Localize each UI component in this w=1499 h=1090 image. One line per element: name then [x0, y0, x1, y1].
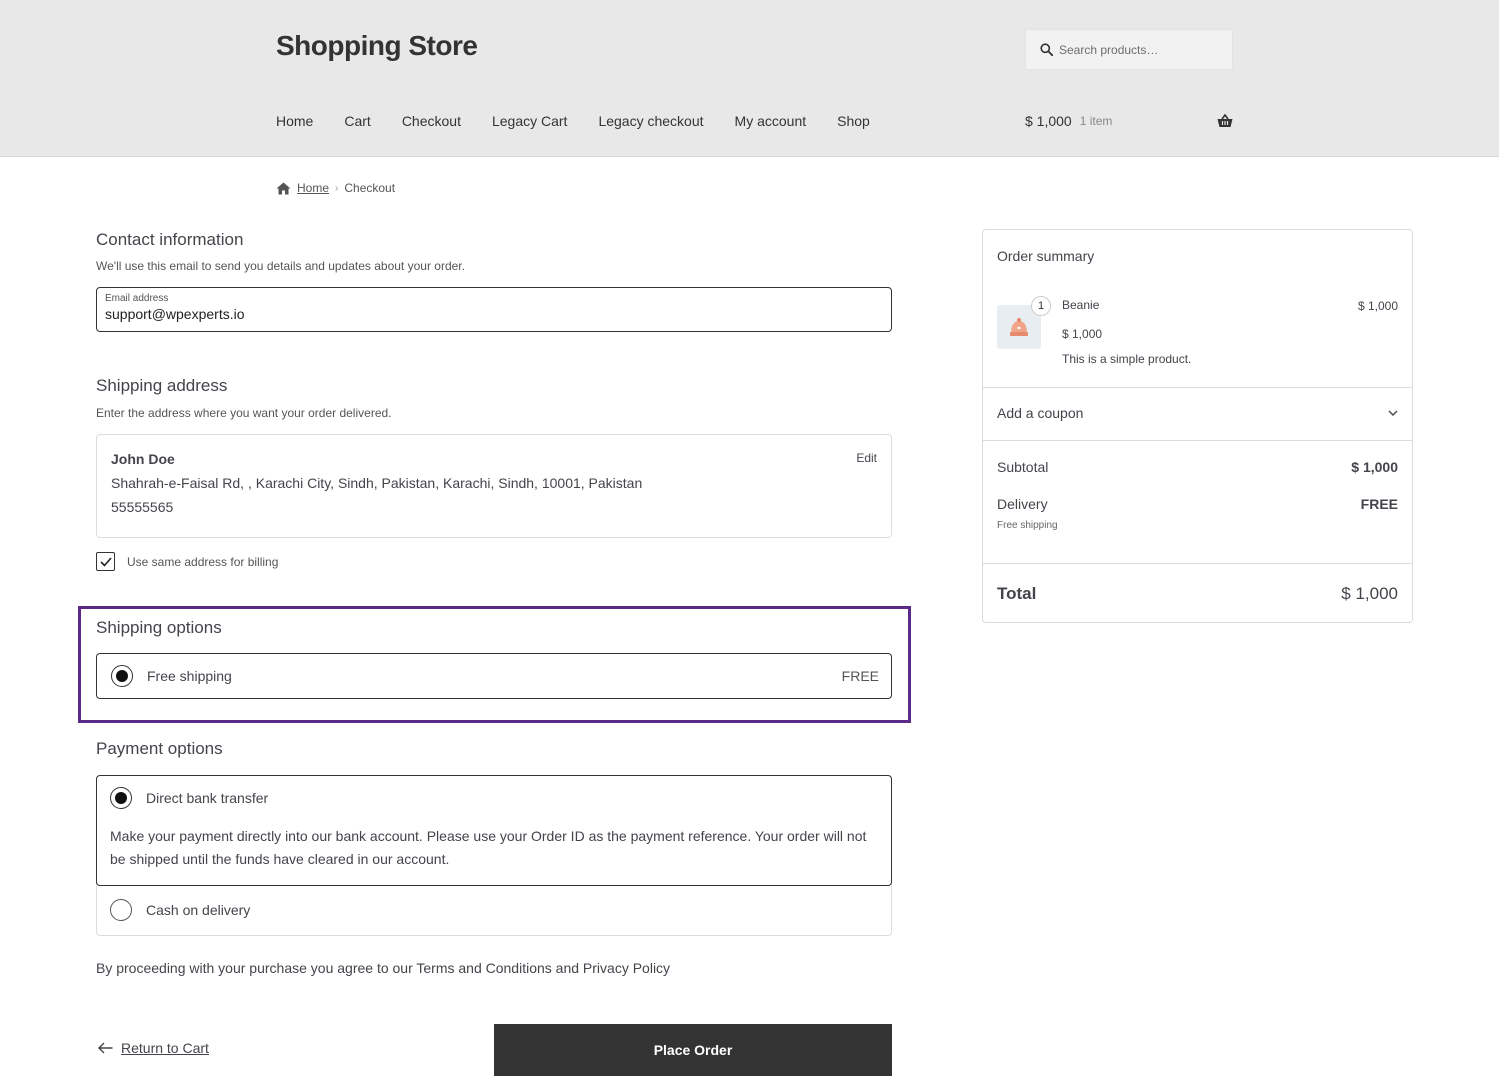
payment-bank-radio[interactable] — [110, 787, 132, 809]
breadcrumb-current: Checkout — [344, 181, 396, 195]
basket-icon[interactable] — [1217, 114, 1233, 128]
contact-title: Contact information — [96, 230, 244, 249]
same-billing-label: Use same address for billing — [127, 554, 279, 569]
payment-option-bank[interactable]: Direct bank transfer — [96, 787, 892, 809]
payment-bank-label: Direct bank transfer — [146, 790, 269, 806]
total-row: Total $ 1,000 — [997, 584, 1398, 604]
summary-divider — [983, 440, 1412, 441]
delivery-method: Free shipping — [997, 520, 1058, 531]
same-billing-checkbox[interactable] — [96, 552, 115, 571]
chevron-down-icon — [1388, 410, 1398, 416]
address-name: John Doe — [111, 451, 175, 467]
place-order-button[interactable]: Place Order — [494, 1024, 892, 1076]
nav-item-legacy-cart[interactable]: Legacy Cart — [492, 113, 567, 129]
nav-item-home[interactable]: Home — [276, 113, 313, 129]
mini-cart-count: 1 item — [1079, 114, 1113, 128]
total-value: $ 1,000 — [1341, 584, 1398, 603]
breadcrumb: Home › Checkout — [276, 181, 395, 195]
product-description: This is a simple product. — [1062, 352, 1192, 366]
address-card: John Doe Shahrah-e-Faisal Rd, , Karachi … — [96, 434, 892, 538]
total-label: Total — [997, 584, 1037, 603]
delivery-value: FREE — [1360, 496, 1398, 512]
return-to-cart-link[interactable]: Return to Cart — [98, 1040, 209, 1056]
search-icon — [1040, 43, 1053, 56]
nav-item-my-account[interactable]: My account — [735, 113, 807, 129]
payment-cod-label: Cash on delivery — [146, 902, 251, 918]
summary-divider — [983, 387, 1412, 388]
terms-text: By proceeding with your purchase you agr… — [96, 960, 671, 976]
nav-item-shop[interactable]: Shop — [837, 113, 870, 129]
shipping-address-description: Enter the address where you want your or… — [96, 406, 392, 420]
address-line: Shahrah-e-Faisal Rd, , Karachi City, Sin… — [111, 475, 643, 491]
checkmark-icon — [99, 556, 112, 567]
contact-description: We'll use this email to send you details… — [96, 259, 465, 273]
shipping-option-radio[interactable] — [111, 665, 133, 687]
order-summary: Order summary 1 Beanie $ 1,000 $ 1,000 T… — [982, 229, 1413, 623]
delivery-row: Delivery FREE — [997, 496, 1398, 512]
payment-option-cod[interactable]: Cash on delivery — [96, 899, 892, 921]
shipping-option-free[interactable]: Free shipping FREE — [96, 653, 892, 699]
order-summary-title: Order summary — [997, 248, 1095, 264]
email-field-label: Email address — [105, 293, 169, 304]
nav-item-legacy-checkout[interactable]: Legacy checkout — [598, 113, 703, 129]
delivery-label: Delivery — [997, 496, 1048, 512]
shipping-options-title: Shipping options — [96, 618, 222, 637]
payment-options-title: Payment options — [96, 739, 223, 758]
product-price: $ 1,000 — [1062, 327, 1103, 341]
beanie-image-icon — [1010, 318, 1028, 336]
shipping-option-price: FREE — [841, 668, 879, 684]
product-line-total: $ 1,000 — [1357, 299, 1398, 313]
return-to-cart-label: Return to Cart — [121, 1040, 209, 1056]
nav-item-cart[interactable]: Cart — [344, 113, 370, 129]
summary-divider — [983, 563, 1412, 564]
primary-nav: Home Cart Checkout Legacy Cart Legacy ch… — [276, 113, 901, 129]
subtotal-label: Subtotal — [997, 459, 1049, 475]
site-header: Shopping Store Home Cart Checkout Legacy… — [0, 0, 1499, 157]
mini-cart-total: $ 1,000 — [1025, 113, 1072, 129]
payment-bank-description: Make your payment directly into our bank… — [110, 828, 867, 867]
site-title[interactable]: Shopping Store — [276, 30, 478, 62]
email-field[interactable]: Email address support@wpexperts.io — [96, 287, 892, 332]
shipping-address-title: Shipping address — [96, 376, 228, 395]
arrow-left-icon — [98, 1042, 113, 1054]
search-input[interactable] — [1059, 42, 1219, 57]
search-box[interactable] — [1025, 29, 1233, 70]
subtotal-value: $ 1,000 — [1351, 459, 1398, 475]
edit-address-link[interactable]: Edit — [856, 451, 877, 465]
nav-item-checkout[interactable]: Checkout — [402, 113, 461, 129]
payment-cod-radio[interactable] — [110, 899, 132, 921]
add-coupon-toggle[interactable]: Add a coupon — [997, 405, 1398, 421]
subtotal-row: Subtotal $ 1,000 — [997, 459, 1398, 475]
email-field-value[interactable]: support@wpexperts.io — [105, 306, 883, 322]
mini-cart[interactable]: $ 1,000 1 item — [1025, 113, 1233, 129]
breadcrumb-home-link[interactable]: Home — [297, 181, 329, 195]
same-billing-checkbox-row[interactable]: Use same address for billing — [96, 552, 278, 571]
product-name: Beanie — [1062, 298, 1100, 312]
address-phone: 55555565 — [111, 499, 174, 515]
breadcrumb-separator-icon: › — [335, 182, 339, 194]
quantity-badge: 1 — [1031, 296, 1051, 316]
shipping-option-label: Free shipping — [147, 668, 232, 684]
home-icon — [276, 182, 291, 194]
add-coupon-label: Add a coupon — [997, 405, 1084, 421]
